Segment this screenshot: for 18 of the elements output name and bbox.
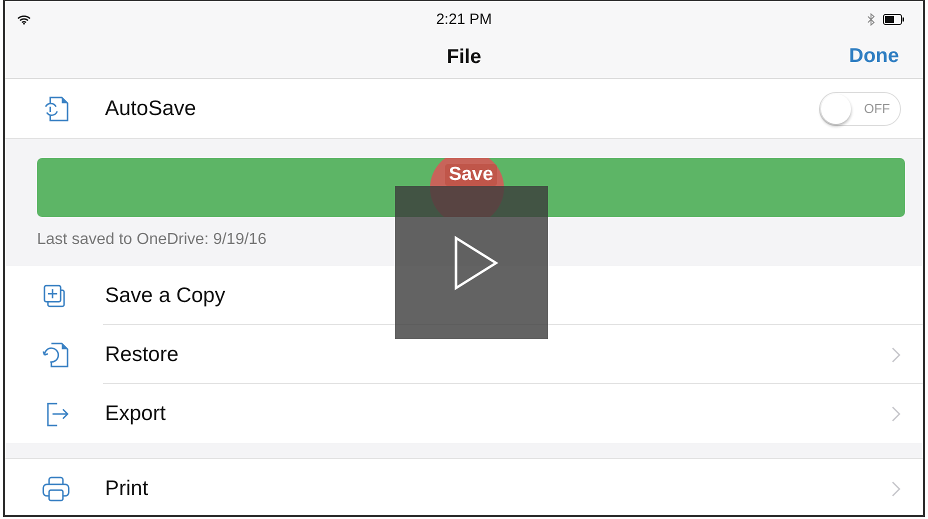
autosave-label: AutoSave xyxy=(105,96,196,120)
play-icon xyxy=(452,234,498,290)
menu-item-label[interactable]: Print xyxy=(105,476,148,500)
save-button[interactable]: Save xyxy=(37,158,905,217)
status-time: 2:21 PM xyxy=(435,10,493,28)
menu-item-label[interactable]: Save a Copy xyxy=(105,284,226,308)
done-button[interactable]: Done xyxy=(845,43,903,70)
menu-item-label[interactable]: Export xyxy=(105,402,166,426)
nav-title: File xyxy=(446,46,482,69)
menu-item-label[interactable]: Restore xyxy=(105,342,179,366)
video-play-overlay[interactable] xyxy=(395,186,548,339)
toggle-state-text: OFF xyxy=(864,100,890,116)
last-saved-text: Last saved to OneDrive: 9/19/16 xyxy=(37,231,268,249)
battery-icon xyxy=(883,14,905,24)
print-icon xyxy=(41,474,71,504)
bluetooth-icon xyxy=(867,12,875,26)
wifi-icon xyxy=(17,14,31,24)
restore-icon xyxy=(41,340,71,370)
